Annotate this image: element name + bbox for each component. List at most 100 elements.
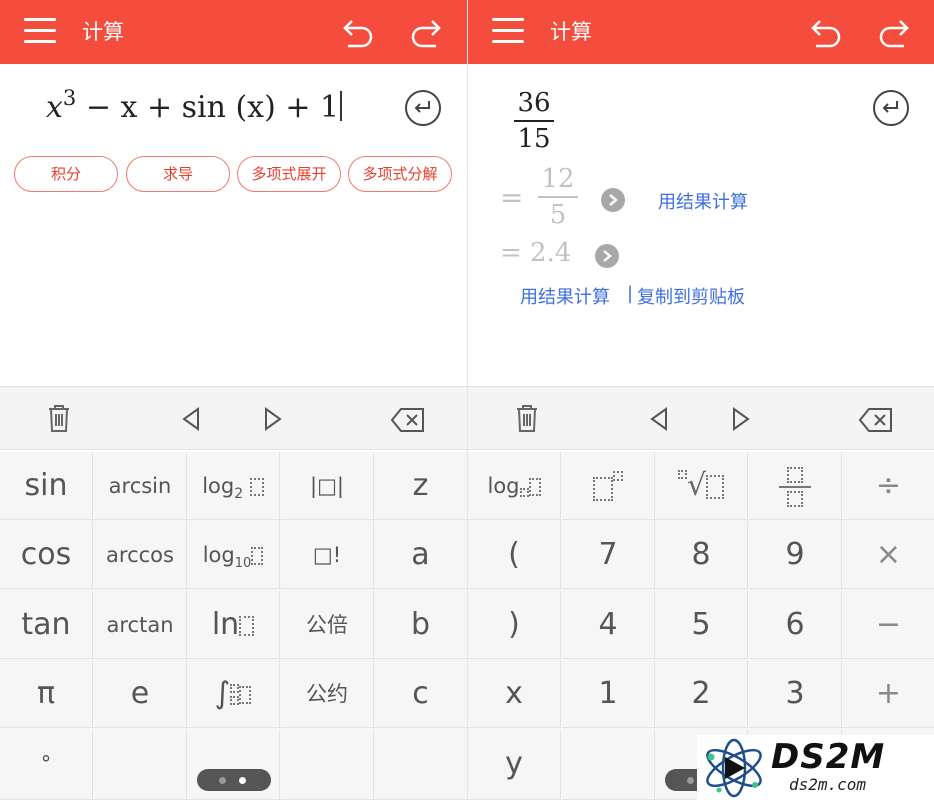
key-tan[interactable]: tan <box>0 591 93 659</box>
simplified-numerator: 12 <box>541 164 575 194</box>
key-pi[interactable]: π <box>0 660 93 728</box>
integral-chip[interactable]: 积分 <box>14 156 118 192</box>
simplified-fraction: 12 5 <box>538 164 578 230</box>
key-b[interactable]: b <box>374 591 467 659</box>
key-integral[interactable]: ∫ <box>187 660 280 728</box>
undo-icon[interactable] <box>336 14 376 50</box>
key-fraction[interactable] <box>749 452 842 520</box>
menu-icon[interactable] <box>24 18 56 46</box>
expression-input[interactable]: x3 − x + sin (x) + 1 <box>46 86 343 125</box>
key-c[interactable]: c <box>374 660 467 728</box>
page-indicator[interactable] <box>197 769 271 791</box>
trash-icon[interactable] <box>514 403 540 433</box>
key-cos[interactable]: cos <box>0 521 93 589</box>
key-plus[interactable]: + <box>842 660 934 728</box>
key-gcd[interactable]: 公约 <box>281 660 374 728</box>
key-z[interactable]: z <box>374 452 467 520</box>
app-bar: 计算 <box>0 0 467 64</box>
key-7[interactable]: 7 <box>562 521 655 589</box>
enter-icon[interactable] <box>405 90 441 126</box>
key-absolute[interactable]: |□| <box>281 452 374 520</box>
key-8[interactable]: 8 <box>655 521 748 589</box>
key-ln[interactable]: ln <box>187 591 280 659</box>
fraction-bar <box>514 120 554 122</box>
arrow-left-icon[interactable] <box>648 407 670 431</box>
log-base-10: 10 <box>234 556 252 572</box>
key-multiply[interactable]: × <box>842 521 934 589</box>
key-y[interactable]: y <box>468 730 561 800</box>
ln-label: ln <box>211 607 240 642</box>
keypad: sin arcsin log2 |□| z cos arccos log10 □… <box>0 452 467 800</box>
calculator-result-pane: 计算 36 15 = 12 5 用结果计算 = 2.4 用结果计算 | 复制到剪… <box>467 0 934 800</box>
watermark-logo: DS2M ds2m.com <box>697 735 934 800</box>
key-log2[interactable]: log2 <box>187 452 280 520</box>
key-nth-root[interactable]: √ <box>655 452 748 520</box>
watermark-site: ds2m.com <box>789 775 867 794</box>
key-9[interactable]: 9 <box>749 521 842 589</box>
enter-icon[interactable] <box>873 90 909 126</box>
atom-logo-icon <box>706 738 762 798</box>
arrow-left-icon[interactable] <box>180 407 202 431</box>
trash-icon[interactable] <box>46 403 72 433</box>
key-degree[interactable]: ° <box>0 730 93 800</box>
copy-to-clipboard-link[interactable]: 复制到剪贴板 <box>637 283 745 309</box>
expand-polynomial-chip[interactable]: 多项式展开 <box>237 156 341 192</box>
watermark-brand: DS2M <box>771 737 886 777</box>
key-empty <box>374 730 467 800</box>
expression-rest: − x + sin (x) + 1 <box>76 90 340 125</box>
backspace-icon[interactable] <box>858 407 894 433</box>
redo-icon[interactable] <box>876 14 916 50</box>
key-3[interactable]: 3 <box>749 660 842 728</box>
key-power[interactable] <box>562 452 655 520</box>
key-minus[interactable]: − <box>842 591 934 659</box>
expand-icon[interactable] <box>601 188 625 212</box>
use-result-link[interactable]: 用结果计算 <box>658 188 748 214</box>
key-6[interactable]: 6 <box>749 591 842 659</box>
key-sin[interactable]: sin <box>0 452 93 520</box>
key-close-paren[interactable]: ) <box>468 591 561 659</box>
link-separator: | <box>627 283 634 304</box>
redo-icon[interactable] <box>408 14 448 50</box>
arrow-right-icon[interactable] <box>262 407 284 431</box>
key-divide[interactable]: ÷ <box>842 452 934 520</box>
log-label: log <box>202 474 235 498</box>
arrow-right-icon[interactable] <box>730 407 752 431</box>
undo-icon[interactable] <box>804 14 844 50</box>
key-zero[interactable]: 0 <box>562 730 710 800</box>
key-arcsin[interactable]: arcsin <box>94 452 187 520</box>
backspace-icon[interactable] <box>390 407 426 433</box>
key-empty <box>94 730 187 800</box>
log-label: log <box>487 474 520 498</box>
text-cursor <box>340 91 343 121</box>
key-1[interactable]: 1 <box>562 660 655 728</box>
key-4[interactable]: 4 <box>562 591 655 659</box>
decimal-result: = 2.4 <box>500 238 572 268</box>
keyboard-toolbar <box>468 386 934 450</box>
equals-sign: = <box>500 181 524 214</box>
key-lcm[interactable]: 公倍 <box>281 591 374 659</box>
key-x[interactable]: x <box>468 660 561 728</box>
use-result-link[interactable]: 用结果计算 <box>520 283 610 309</box>
key-log-base[interactable]: log <box>468 452 561 520</box>
expression-exponent: 3 <box>62 86 77 110</box>
key-5[interactable]: 5 <box>655 591 748 659</box>
log-label: log <box>202 543 235 567</box>
key-log10[interactable]: log10 <box>187 521 280 589</box>
key-2[interactable]: 2 <box>655 660 748 728</box>
derivative-chip[interactable]: 求导 <box>126 156 230 192</box>
expand-icon[interactable] <box>595 244 619 268</box>
keyboard-toolbar <box>0 386 467 450</box>
key-e[interactable]: e <box>94 660 187 728</box>
key-a[interactable]: a <box>374 521 467 589</box>
key-factorial[interactable]: □! <box>281 521 374 589</box>
app-title: 计算 <box>82 20 124 44</box>
factor-polynomial-chip[interactable]: 多项式分解 <box>348 156 452 192</box>
integral-symbol: ∫ <box>214 676 231 711</box>
key-arccos[interactable]: arccos <box>94 521 187 589</box>
log-base-2: 2 <box>234 486 244 503</box>
key-open-paren[interactable]: ( <box>468 521 561 589</box>
result-fraction: 36 15 <box>514 88 554 154</box>
menu-icon[interactable] <box>492 18 524 46</box>
key-arctan[interactable]: arctan <box>94 591 187 659</box>
calculator-input-pane: 计算 x3 − x + sin (x) + 1 积分 求导 多项式展开 多项式分… <box>0 0 467 800</box>
